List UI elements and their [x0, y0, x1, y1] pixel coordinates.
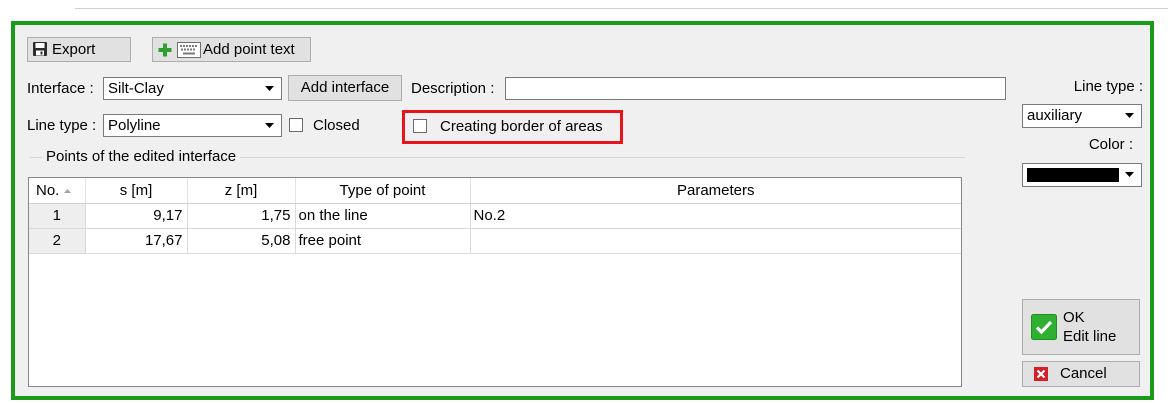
table-row[interactable]: 2 17,67 5,08 free point	[29, 228, 961, 254]
edit-line-label: Edit line	[1063, 328, 1117, 345]
side-line-type-value: auxiliary	[1027, 107, 1083, 124]
ok-label: OK	[1063, 309, 1085, 326]
side-line-type-label: Line type :	[1073, 78, 1143, 95]
points-group-title: Points of the edited interface	[42, 148, 241, 166]
close-icon	[1034, 367, 1048, 381]
cell-type[interactable]: free point	[295, 228, 471, 254]
line-type-label: Line type :	[27, 117, 97, 134]
closed-label: Closed	[313, 117, 360, 134]
interface-select[interactable]: Silt-Clay	[103, 77, 282, 100]
cell-type[interactable]: on the line	[295, 203, 471, 229]
column-header-no[interactable]: No.	[29, 178, 86, 204]
column-header-type[interactable]: Type of point	[295, 178, 471, 204]
export-label: Export	[52, 41, 96, 58]
border-of-areas-label: Creating border of areas	[440, 118, 603, 135]
column-header-no-label: No.	[36, 181, 60, 199]
cancel-button[interactable]: Cancel	[1022, 361, 1140, 387]
cell-no[interactable]: 2	[29, 228, 86, 254]
cancel-label: Cancel	[1060, 365, 1107, 382]
chevron-down-icon	[265, 86, 274, 91]
color-swatch	[1027, 168, 1119, 182]
cell-s[interactable]: 9,17	[85, 203, 188, 229]
column-header-s[interactable]: s [m]	[85, 178, 188, 204]
sort-ascending-icon	[64, 188, 72, 193]
description-input[interactable]	[505, 77, 1006, 100]
cell-parameters[interactable]	[470, 228, 961, 254]
table-header-row: No. s [m] z [m] Type of point Parameters	[29, 178, 961, 204]
side-line-type-select[interactable]: auxiliary	[1022, 104, 1142, 128]
floppy-disk-icon	[33, 42, 47, 56]
cell-no[interactable]: 1	[29, 203, 86, 229]
closed-checkbox[interactable]	[289, 118, 303, 132]
cell-z[interactable]: 5,08	[187, 228, 296, 254]
column-header-z[interactable]: z [m]	[187, 178, 296, 204]
add-interface-button[interactable]: Add interface	[288, 75, 402, 101]
line-type-select[interactable]: Polyline	[103, 114, 282, 137]
table-row[interactable]: 1 9,17 1,75 on the line No.2	[29, 203, 961, 229]
line-type-select-value: Polyline	[108, 117, 161, 134]
add-point-text-label: Add point text	[203, 41, 295, 58]
border-of-areas-highlight: Creating border of areas	[402, 110, 623, 144]
add-point-text-button[interactable]: Add point text	[152, 37, 311, 62]
chevron-down-icon	[1125, 113, 1134, 118]
description-label: Description :	[411, 80, 495, 97]
border-of-areas-checkbox[interactable]	[413, 119, 427, 133]
column-header-parameters[interactable]: Parameters	[470, 178, 961, 204]
checkmark-icon	[1031, 314, 1057, 340]
cell-s[interactable]: 17,67	[85, 228, 188, 254]
ok-edit-line-button[interactable]: OK Edit line	[1022, 299, 1140, 355]
add-interface-label: Add interface	[300, 79, 390, 96]
edit-interface-dialog: Export Add point text Interface : Silt-C…	[11, 21, 1154, 400]
interface-label: Interface :	[27, 80, 94, 97]
points-table: No. s [m] z [m] Type of point Parameters…	[28, 177, 962, 387]
chevron-down-icon	[265, 123, 274, 128]
cell-z[interactable]: 1,75	[187, 203, 296, 229]
chevron-down-icon	[1125, 172, 1134, 177]
export-button[interactable]: Export	[27, 37, 131, 62]
cell-parameters[interactable]: No.2	[470, 203, 961, 229]
keyboard-icon	[177, 42, 201, 58]
top-divider	[75, 8, 1168, 9]
color-select[interactable]	[1022, 163, 1142, 187]
color-label: Color :	[1088, 136, 1133, 153]
table-empty-area	[29, 254, 961, 386]
plus-icon	[158, 43, 172, 57]
interface-select-value: Silt-Clay	[108, 80, 164, 97]
